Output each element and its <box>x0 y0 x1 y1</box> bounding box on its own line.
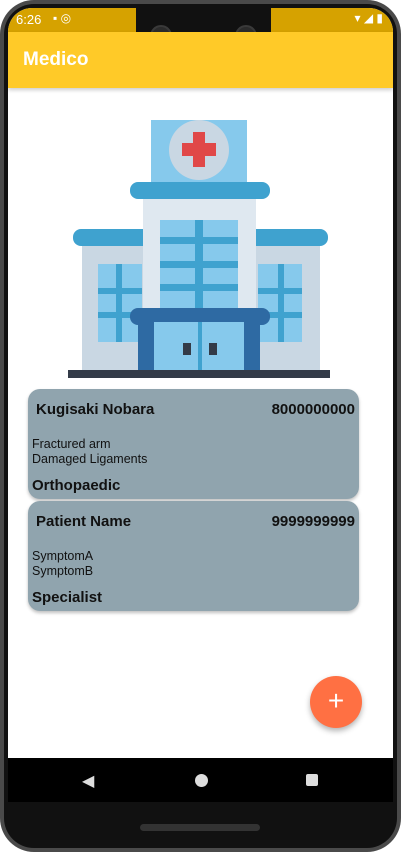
phone-frame: 6:26 ▪ ◎ ▾ ◢ ▮ Medico Kugisaki Nobara 80… <box>0 0 401 852</box>
patient-phone: 8000000000 <box>271 401 355 418</box>
patient-name: Kugisaki Nobara <box>36 401 155 418</box>
main-roof <box>130 182 270 199</box>
status-time: 6:26 <box>16 12 42 27</box>
patient-symptom: SymptomA <box>32 549 94 563</box>
ground-line <box>68 370 330 378</box>
recent-apps-icon[interactable] <box>306 774 318 786</box>
left-roof <box>73 229 153 246</box>
patient-phone: 9999999999 <box>271 513 355 530</box>
patient-name: Patient Name <box>36 513 132 530</box>
system-status-icons: ▾ ◢ ▮ <box>354 11 383 25</box>
patient-specialist: Specialist <box>32 589 103 606</box>
patient-card[interactable]: Patient Name 9999999999 SymptomA Symptom… <box>28 501 359 611</box>
patient-symptom: SymptomB <box>32 564 94 578</box>
phone-bezel: 6:26 ▪ ◎ ▾ ◢ ▮ Medico Kugisaki Nobara 80… <box>4 4 397 848</box>
add-icon: + <box>327 685 345 716</box>
back-icon[interactable]: ◀ <box>82 771 94 791</box>
app-bar: Medico <box>8 32 393 88</box>
patient-symptom: Fractured arm <box>32 437 111 451</box>
patient-specialist: Orthopaedic <box>32 477 121 494</box>
home-icon[interactable] <box>195 774 208 787</box>
patient-card[interactable]: Kugisaki Nobara 8000000000 Fractured arm… <box>28 389 359 499</box>
right-roof <box>248 229 328 246</box>
notification-icons: ▪ ◎ <box>53 11 72 25</box>
system-nav-bar: ◀ <box>8 758 393 802</box>
bottom-speaker <box>140 824 260 831</box>
add-patient-button[interactable]: + <box>310 676 362 728</box>
hospital-illustration <box>68 120 330 378</box>
screen: 6:26 ▪ ◎ ▾ ◢ ▮ Medico Kugisaki Nobara 80… <box>8 8 393 802</box>
app-title: Medico <box>23 49 89 70</box>
patient-symptom: Damaged Ligaments <box>32 452 148 466</box>
